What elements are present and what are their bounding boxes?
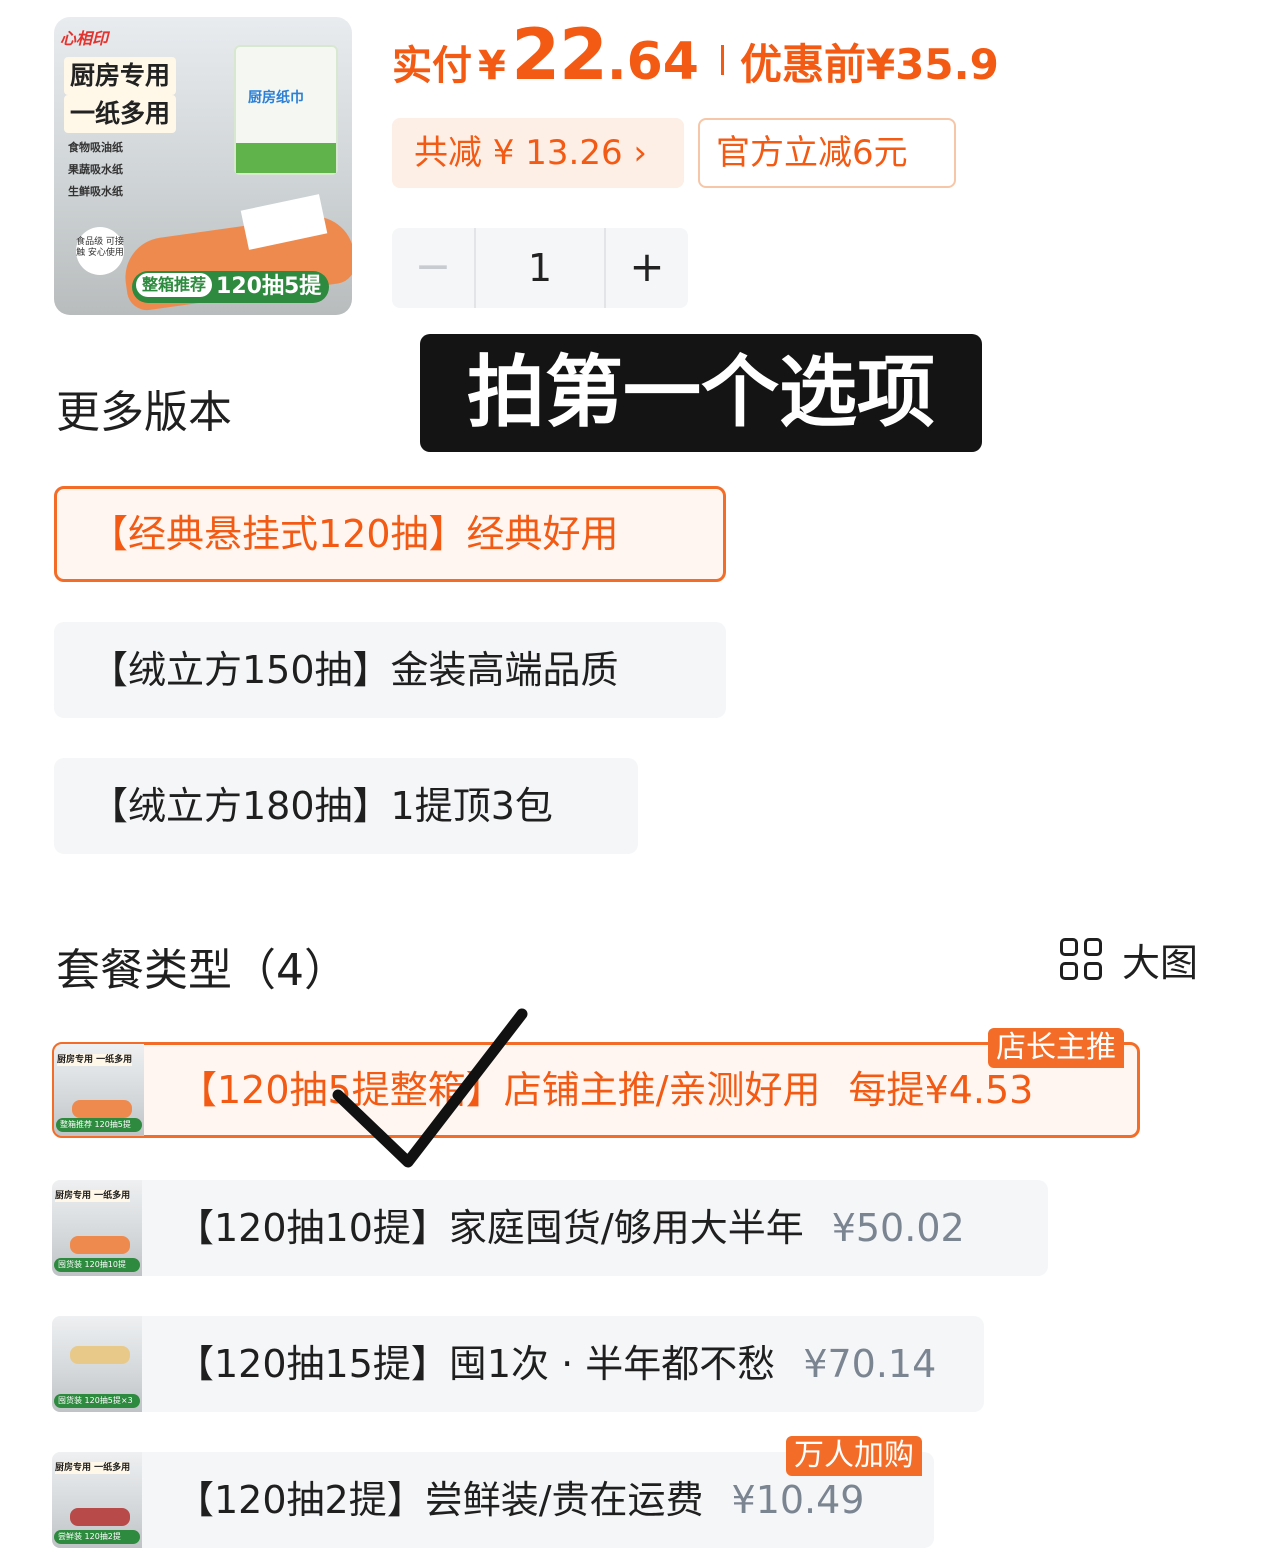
instruction-overlay: 拍第一个选项 <box>420 334 982 452</box>
package-thumb-badge: 囤货装 120抽10提 <box>54 1258 140 1272</box>
thumb-badge: 整箱推荐 120抽5提 <box>132 271 330 303</box>
package-option[interactable]: 厨房专用 一纸多用 整箱推荐 120抽5提 【120抽5提整箱】店铺主推/亲测好… <box>52 1042 1140 1138</box>
increase-button[interactable]: + <box>606 228 688 308</box>
packages-title: 套餐类型（4） <box>56 945 348 996</box>
thumb-headline-2: 一纸多用 <box>64 95 177 133</box>
thumb-package-label: 厨房纸巾 <box>248 90 304 106</box>
package-price: 每提¥4.53 <box>848 1068 1034 1112</box>
package-thumbnail: 厨房专用 一纸多用 尝鲜装 120抽2提 <box>52 1452 142 1548</box>
pay-label: 实付 <box>392 43 472 89</box>
before-discount-label: 优惠前 <box>739 40 866 89</box>
package-label: 【120抽2提】尝鲜装/贵在运费 ¥10.49 <box>176 1452 864 1548</box>
package-thumb-badge: 囤货装 120抽5提×3 <box>54 1394 140 1408</box>
package-thumb-badge: 整箱推荐 120抽5提 <box>56 1118 142 1132</box>
package-name: 【120抽10提】家庭囤货/够用大半年 <box>176 1206 804 1250</box>
currency-symbol: ¥ <box>478 43 506 89</box>
package-label: 【120抽10提】家庭囤货/够用大半年 ¥50.02 <box>176 1180 965 1276</box>
package-name: 【120抽15提】囤1次 · 半年都不愁 <box>176 1342 776 1386</box>
total-discount-chip[interactable]: 共减 ¥ 13.26 › <box>392 118 684 188</box>
product-image[interactable]: 心相印 厨房专用 一纸多用 食物吸油纸 果蔬吸水纸 生鲜吸水纸 厨房纸巾 食品级… <box>54 17 352 315</box>
package-thumb-title: 厨房专用 一纸多用 <box>55 1462 131 1474</box>
package-price: ¥50.02 <box>831 1206 965 1250</box>
brand-logo: 心相印 <box>60 29 109 48</box>
package-option[interactable]: 厨房专用 一纸多用 囤货装 120抽10提 【120抽10提】家庭囤货/够用大半… <box>52 1180 1048 1276</box>
decrease-button[interactable]: − <box>392 228 474 308</box>
official-discount-chip: 官方立减6元 <box>698 118 956 188</box>
package-thumbnail: 厨房专用 一纸多用 整箱推荐 120抽5提 <box>54 1044 144 1136</box>
package-name: 【120抽5提整箱】店铺主推/亲测好用 <box>179 1068 821 1112</box>
package-label: 【120抽5提整箱】店铺主推/亲测好用 每提¥4.53 <box>179 1045 1033 1141</box>
package-thumb-badge: 尝鲜装 120抽2提 <box>54 1530 140 1544</box>
versions-title: 更多版本 <box>56 387 232 438</box>
quantity-input[interactable]: 1 <box>474 228 606 308</box>
price-line: 实付 ¥ 22.64 优惠前¥35.9 <box>392 14 999 114</box>
version-option[interactable]: 【经典悬挂式120抽】经典好用 <box>54 486 726 582</box>
price-divider <box>720 45 724 75</box>
package-thumb-title: 厨房专用 一纸多用 <box>57 1054 133 1066</box>
package-option[interactable]: 囤货装 120抽5提×3 【120抽15提】囤1次 · 半年都不愁 ¥70.14 <box>52 1316 984 1412</box>
thumb-package: 厨房纸巾 <box>234 45 338 175</box>
price-integer: 22 <box>511 14 607 96</box>
store-recommend-badge: 店长主推 <box>988 1028 1124 1068</box>
thumb-badge-tag: 整箱推荐 <box>136 273 213 297</box>
package-name: 【120抽2提】尝鲜装/贵在运费 <box>176 1478 704 1522</box>
before-discount-amount: ¥35.9 <box>865 40 999 89</box>
grid-icon <box>1060 938 1104 982</box>
big-view-toggle[interactable]: 大图 <box>1060 938 1198 988</box>
thumb-feature: 食物吸油纸 <box>68 141 123 154</box>
package-label: 【120抽15提】囤1次 · 半年都不愁 ¥70.14 <box>176 1316 936 1412</box>
package-thumbnail: 囤货装 120抽5提×3 <box>52 1316 142 1412</box>
thumb-feature: 果蔬吸水纸 <box>68 163 123 176</box>
price-decimal: .64 <box>606 32 699 92</box>
food-safe-badge: 食品级 可接触 安心使用 <box>76 227 124 275</box>
thumb-badge-text: 120抽5提 <box>216 274 322 299</box>
package-thumbnail: 厨房专用 一纸多用 囤货装 120抽10提 <box>52 1180 142 1276</box>
thumb-feature: 生鲜吸水纸 <box>68 185 123 198</box>
quantity-stepper: − 1 + <box>392 228 688 308</box>
package-price: ¥70.14 <box>803 1342 937 1386</box>
popular-badge: 万人加购 <box>786 1436 922 1476</box>
version-option[interactable]: 【绒立方150抽】金装高端品质 <box>54 622 726 718</box>
version-option[interactable]: 【绒立方180抽】1提顶3包 <box>54 758 638 854</box>
package-price: ¥10.49 <box>731 1478 865 1522</box>
thumb-headline-1: 厨房专用 <box>64 57 177 95</box>
big-view-label: 大图 <box>1122 941 1199 985</box>
package-thumb-title: 厨房专用 一纸多用 <box>55 1190 131 1202</box>
